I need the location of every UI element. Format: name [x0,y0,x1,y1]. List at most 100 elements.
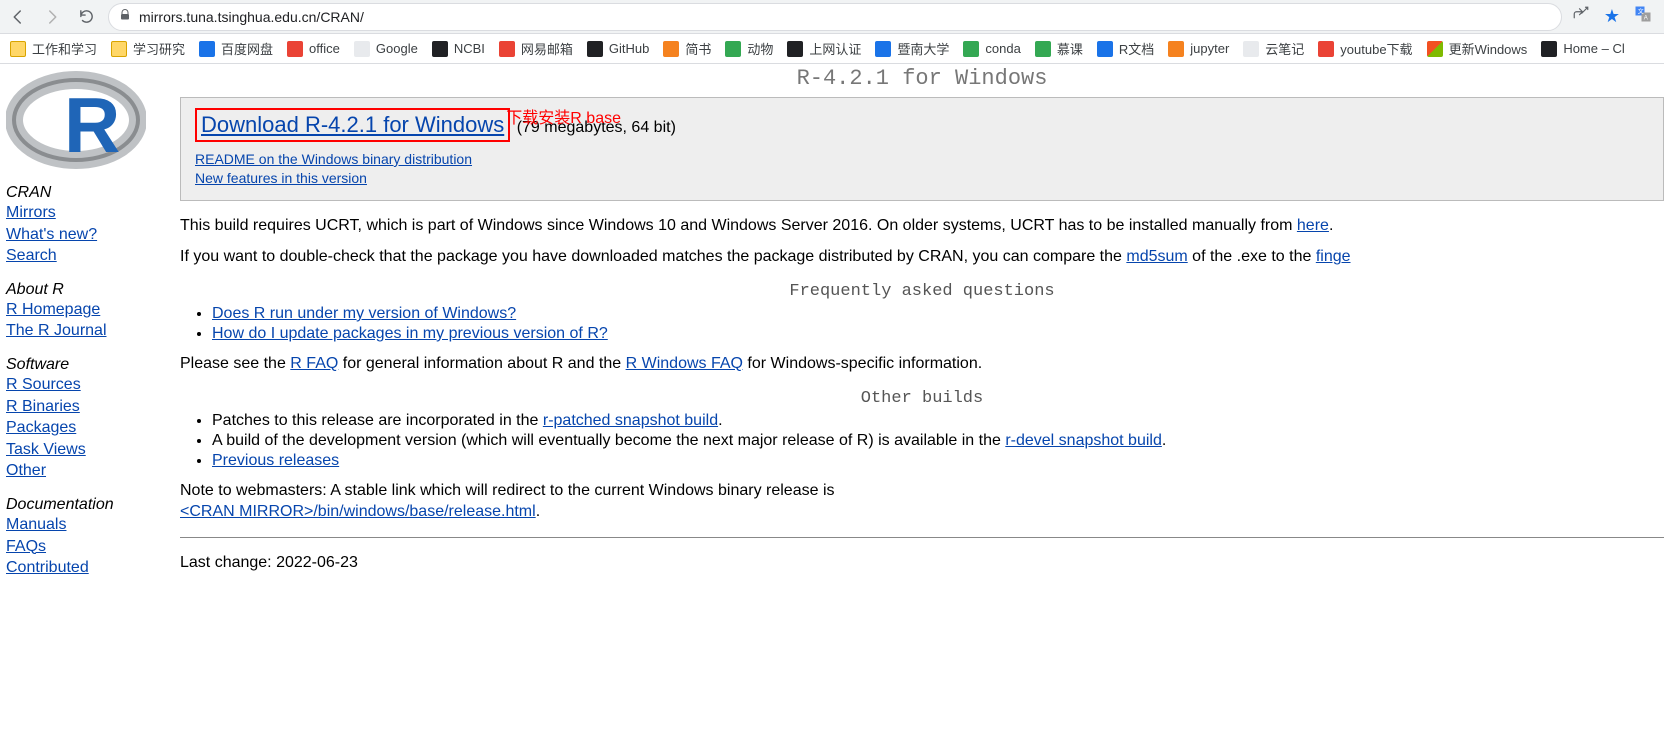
translate-icon[interactable]: 文A [1634,5,1652,28]
bookmark-item[interactable]: 网易邮箱 [499,39,573,58]
sidebar-link-binaries[interactable]: R Binaries [6,396,174,418]
bookmark-star-icon[interactable]: ★ [1604,6,1620,27]
sidebar-link-homepage[interactable]: R Homepage [6,299,174,321]
bookmark-icon [1427,41,1443,57]
bookmark-item[interactable]: 工作和学习 [10,39,97,58]
bookmark-item[interactable]: 百度网盘 [199,39,273,58]
other-builds-list: Patches to this release are incorporated… [212,412,1664,470]
svg-text:R: R [64,81,120,169]
bookmark-item[interactable]: office [287,41,340,57]
webmaster-note: Note to webmasters: A stable link which … [180,480,1664,523]
bookmark-label: 上网认证 [809,39,861,58]
bookmark-icon [10,41,26,57]
bookmark-label: 动物 [747,39,773,58]
sidebar-link-contributed[interactable]: Contributed [6,557,174,579]
browser-toolbar: mirrors.tuna.tsinghua.edu.cn/CRAN/ ★ 文A [0,0,1664,34]
previous-releases-link[interactable]: Previous releases [212,452,339,469]
r-windows-faq-link[interactable]: R Windows FAQ [626,355,743,372]
bookmark-label: 简书 [685,39,711,58]
address-bar[interactable]: mirrors.tuna.tsinghua.edu.cn/CRAN/ [108,3,1562,31]
bookmark-item[interactable]: R文档 [1097,39,1154,58]
sidebar-heading-cran: CRAN [6,184,174,202]
download-link[interactable]: Download R-4.2.1 for Windows [201,112,504,137]
bookmark-item[interactable]: 慕课 [1035,39,1083,58]
bookmark-icon [1035,41,1051,57]
sidebar-link-manuals[interactable]: Manuals [6,514,174,536]
sidebar-link-whatsnew[interactable]: What's new? [6,224,174,246]
bookmark-label: 学习研究 [133,39,185,58]
ucrt-paragraph: This build requires UCRT, which is part … [180,215,1664,237]
bookmark-item[interactable]: Home – Cl [1541,41,1624,57]
reload-button[interactable] [74,5,98,29]
sidebar-heading-software: Software [6,356,174,374]
newfeatures-link[interactable]: New features in this version [195,169,1649,188]
bookmark-label: youtube下载 [1340,39,1412,58]
bookmark-item[interactable]: conda [963,41,1020,57]
bookmark-icon [963,41,979,57]
r-patched-link[interactable]: r-patched snapshot build [543,412,718,429]
sidebar: R CRAN Mirrors What's new? Search About … [0,64,180,579]
bookmark-item[interactable]: 更新Windows [1427,39,1528,58]
main-content: R-4.2.1 for Windows 下载安装R base Download … [180,64,1664,583]
sidebar-link-taskviews[interactable]: Task Views [6,439,174,461]
bookmark-label: Google [376,41,418,56]
bookmark-label: 百度网盘 [221,39,273,58]
share-icon[interactable] [1572,5,1590,28]
readme-link[interactable]: README on the Windows binary distributio… [195,150,1649,169]
bookmark-icon [875,41,891,57]
last-change: Last change: 2022-06-23 [180,552,1664,574]
bookmark-item[interactable]: 学习研究 [111,39,185,58]
fingerprint-link[interactable]: finge [1316,248,1351,265]
bookmark-label: 网易邮箱 [521,39,573,58]
sidebar-link-other[interactable]: Other [6,460,174,482]
bookmark-icon [663,41,679,57]
bookmark-label: 暨南大学 [897,39,949,58]
sidebar-link-sources[interactable]: R Sources [6,374,174,396]
bookmark-item[interactable]: jupyter [1168,41,1229,57]
bookmark-icon [111,41,127,57]
list-item: Patches to this release are incorporated… [212,412,1664,430]
forward-button[interactable] [40,5,64,29]
bookmark-item[interactable]: 上网认证 [787,39,861,58]
other-builds-heading: Other builds [180,389,1664,408]
sidebar-link-journal[interactable]: The R Journal [6,320,174,342]
bookmark-item[interactable]: youtube下载 [1318,39,1412,58]
page-title: R-4.2.1 for Windows [180,66,1664,91]
bookmark-item[interactable]: 云笔记 [1243,39,1304,58]
sidebar-link-mirrors[interactable]: Mirrors [6,202,174,224]
bookmark-icon [587,41,603,57]
svg-text:A: A [1644,15,1648,21]
bookmark-item[interactable]: 简书 [663,39,711,58]
back-button[interactable] [6,5,30,29]
bookmark-item[interactable]: GitHub [587,41,649,57]
faq-link-versions[interactable]: Does R run under my version of Windows? [212,305,516,322]
bookmark-icon [499,41,515,57]
r-logo: R [6,70,146,170]
bookmark-label: NCBI [454,41,485,56]
bookmark-item[interactable]: NCBI [432,41,485,57]
bookmark-item[interactable]: 暨南大学 [875,39,949,58]
bookmark-label: GitHub [609,41,649,56]
bookmark-label: jupyter [1190,41,1229,56]
here-link[interactable]: here [1297,217,1329,234]
md5sum-link[interactable]: md5sum [1126,248,1187,265]
r-faq-link[interactable]: R FAQ [290,355,338,372]
bookmark-label: R文档 [1119,39,1154,58]
bookmark-icon [725,41,741,57]
r-devel-link[interactable]: r-devel snapshot build [1005,432,1162,449]
bookmark-item[interactable]: Google [354,41,418,57]
annotation-text: 下载安装R base [506,104,621,128]
faq-link-update-packages[interactable]: How do I update packages in my previous … [212,325,608,342]
list-item: A build of the development version (whic… [212,432,1664,450]
stable-link[interactable]: <CRAN MIRROR>/bin/windows/base/release.h… [180,503,536,520]
bookmark-label: Home – Cl [1563,41,1624,56]
sidebar-link-faqs[interactable]: FAQs [6,536,174,558]
bookmark-icon [1168,41,1184,57]
bookmark-label: 更新Windows [1449,39,1528,58]
bookmark-icon [1541,41,1557,57]
bookmark-item[interactable]: 动物 [725,39,773,58]
bookmark-icon [199,41,215,57]
sidebar-link-search[interactable]: Search [6,245,174,267]
bookmark-label: 工作和学习 [32,39,97,58]
sidebar-link-packages[interactable]: Packages [6,417,174,439]
